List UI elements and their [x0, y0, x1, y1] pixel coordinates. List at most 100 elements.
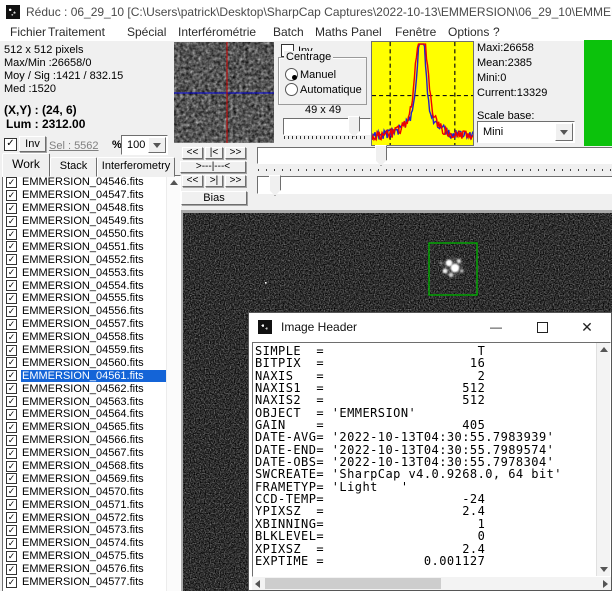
frame-slider[interactable]: [257, 147, 612, 164]
file-checkbox[interactable]: ✓: [6, 267, 17, 278]
nav-next-button[interactable]: >>: [225, 175, 246, 187]
nav-center-button[interactable]: >---|---<: [180, 161, 246, 173]
nav-first-button[interactable]: <<: [182, 147, 203, 159]
file-checkbox[interactable]: ✓: [6, 357, 17, 368]
list-item[interactable]: ✓EMMERSION_04556.fits: [3, 305, 180, 318]
list-item[interactable]: ✓EMMERSION_04572.fits: [3, 511, 180, 524]
list-item[interactable]: ✓EMMERSION_04551.fits: [3, 240, 180, 253]
file-checkbox[interactable]: ✓: [6, 293, 17, 304]
file-checkbox[interactable]: ✓: [6, 499, 17, 510]
file-checkbox[interactable]: ✓: [6, 216, 17, 227]
list-item[interactable]: ✓EMMERSION_04553.fits: [3, 266, 180, 279]
list-item[interactable]: ✓EMMERSION_04574.fits: [3, 537, 180, 550]
list-item[interactable]: ✓EMMERSION_04573.fits: [3, 524, 180, 537]
nav-mark-right-button[interactable]: >|: [205, 175, 223, 187]
list-item[interactable]: ✓EMMERSION_04563.fits: [3, 395, 180, 408]
list-item[interactable]: ✓EMMERSION_04567.fits: [3, 447, 180, 460]
nav-mark-left-button[interactable]: |<: [205, 147, 223, 159]
menu-interferometrie[interactable]: Interférométrie: [178, 25, 256, 39]
zoom-dropdown[interactable]: 100: [121, 135, 168, 155]
list-item[interactable]: ✓EMMERSION_04554.fits: [3, 279, 180, 292]
list-item[interactable]: ✓EMMERSION_04546.fits: [3, 176, 180, 189]
zoom-dropdown-arrow[interactable]: [148, 137, 166, 153]
file-checkbox[interactable]: ✓: [6, 306, 17, 317]
scale-base-dropdown[interactable]: Mini: [477, 121, 575, 143]
menu-help[interactable]: ?: [493, 25, 500, 39]
list-item[interactable]: ✓EMMERSION_04558.fits: [3, 331, 180, 344]
list-item[interactable]: ✓EMMERSION_04561.fits: [3, 369, 180, 382]
list-item[interactable]: ✓EMMERSION_04571.fits: [3, 498, 180, 511]
radio-automatic[interactable]: [285, 83, 298, 96]
dialog-hscrollbar[interactable]: [252, 577, 611, 590]
menu-options[interactable]: Options: [448, 25, 489, 39]
file-checkbox[interactable]: ✓: [6, 370, 17, 381]
file-checkbox[interactable]: ✓: [6, 319, 17, 330]
frame-slider-thumb[interactable]: [375, 145, 387, 166]
list-item[interactable]: ✓EMMERSION_04570.fits: [3, 485, 180, 498]
maximize-button[interactable]: [527, 313, 557, 341]
tab-work[interactable]: Work: [2, 153, 50, 177]
tab-stack[interactable]: Stack: [50, 157, 97, 177]
selection-count-link[interactable]: Sel : 5562: [49, 140, 99, 152]
list-item[interactable]: ✓EMMERSION_04550.fits: [3, 228, 180, 241]
list-item[interactable]: ✓EMMERSION_04548.fits: [3, 202, 180, 215]
file-checkbox[interactable]: ✓: [6, 332, 17, 343]
dialog-vscrollbar[interactable]: [596, 343, 610, 576]
list-item[interactable]: ✓EMMERSION_04565.fits: [3, 421, 180, 434]
menu-batch[interactable]: Batch: [273, 25, 304, 39]
list-item[interactable]: ✓EMMERSION_04564.fits: [3, 408, 180, 421]
menu-traitement[interactable]: Traitement: [48, 25, 105, 39]
dialog-title-bar[interactable]: Image Header — ✕: [249, 313, 611, 341]
file-checkbox[interactable]: ✓: [6, 564, 17, 575]
file-checkbox[interactable]: ✓: [6, 409, 17, 420]
inv-checkbox[interactable]: ✓: [4, 138, 17, 151]
fits-header-view[interactable]: SIMPLE = T BITPIX = 16 NAXIS = 2 NAXIS1 …: [252, 342, 611, 577]
title-bar[interactable]: Réduc : 06_29_10 [C:\Users\patrick\Deskt…: [0, 0, 612, 24]
range-slider-thumb[interactable]: [269, 175, 281, 196]
file-checkbox[interactable]: ✓: [6, 190, 17, 201]
scale-base-dropdown-arrow[interactable]: [555, 123, 573, 141]
menu-special[interactable]: Spécial: [127, 25, 166, 39]
file-checkbox[interactable]: ✓: [6, 435, 17, 446]
scroll-up-icon[interactable]: [170, 180, 178, 185]
list-item[interactable]: ✓EMMERSION_04557.fits: [3, 318, 180, 331]
file-checkbox[interactable]: ✓: [6, 422, 17, 433]
file-checkbox[interactable]: ✓: [6, 280, 17, 291]
list-item[interactable]: ✓EMMERSION_04569.fits: [3, 472, 180, 485]
minimize-button[interactable]: —: [481, 313, 511, 341]
radio-manual[interactable]: [285, 68, 298, 81]
zoom-thumbnail[interactable]: [174, 42, 274, 143]
file-checkbox[interactable]: ✓: [6, 229, 17, 240]
list-item[interactable]: ✓EMMERSION_04568.fits: [3, 460, 180, 473]
hscroll-thumb[interactable]: [265, 578, 441, 589]
file-checkbox[interactable]: ✓: [6, 203, 17, 214]
profile-plot[interactable]: [371, 41, 474, 146]
file-checkbox[interactable]: ✓: [6, 512, 17, 523]
range-slider[interactable]: [257, 176, 612, 194]
list-item[interactable]: ✓EMMERSION_04560.fits: [3, 356, 180, 369]
box-size-slider[interactable]: [283, 118, 371, 135]
file-checkbox[interactable]: ✓: [6, 461, 17, 472]
close-button[interactable]: ✕: [572, 313, 602, 341]
file-checkbox[interactable]: ✓: [6, 448, 17, 459]
scroll-left-icon[interactable]: [255, 580, 260, 588]
scroll-right-icon[interactable]: [603, 580, 608, 588]
file-checkbox[interactable]: ✓: [6, 241, 17, 252]
list-item[interactable]: ✓EMMERSION_04552.fits: [3, 253, 180, 266]
menu-fichier[interactable]: Fichier: [10, 25, 46, 39]
file-checkbox[interactable]: ✓: [6, 254, 17, 265]
file-checkbox[interactable]: ✓: [6, 177, 17, 188]
list-item[interactable]: ✓EMMERSION_04559.fits: [3, 344, 180, 357]
menu-fenetre[interactable]: Fenêtre: [395, 25, 436, 39]
file-checkbox[interactable]: ✓: [6, 345, 17, 356]
box-size-slider-thumb[interactable]: [348, 116, 360, 137]
list-item[interactable]: ✓EMMERSION_04549.fits: [3, 215, 180, 228]
list-item[interactable]: ✓EMMERSION_04555.fits: [3, 292, 180, 305]
list-item[interactable]: ✓EMMERSION_04575.fits: [3, 550, 180, 563]
file-checkbox[interactable]: ✓: [6, 525, 17, 536]
file-checkbox[interactable]: ✓: [6, 551, 17, 562]
nav-prev-button[interactable]: <<: [182, 175, 203, 187]
scroll-down-icon[interactable]: [600, 567, 608, 572]
list-item[interactable]: ✓EMMERSION_04566.fits: [3, 434, 180, 447]
bias-button[interactable]: Bias: [181, 191, 247, 205]
